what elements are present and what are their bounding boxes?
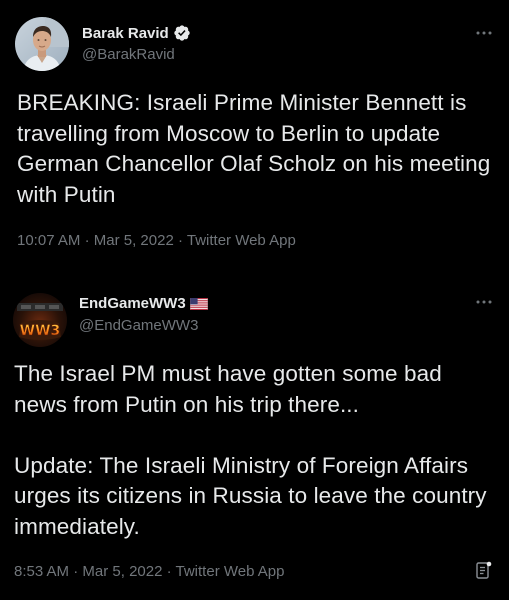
tweet-source[interactable]: Twitter Web App xyxy=(176,563,285,580)
tweet-metadata: 8:53 AM · Mar 5, 2022 · Twitter Web App xyxy=(14,563,284,580)
meta-separator: · xyxy=(73,563,83,580)
tweet-metadata: 10:07 AM · Mar 5, 2022 · Twitter Web App xyxy=(17,232,296,249)
tweet-time[interactable]: 10:07 AM xyxy=(17,232,80,249)
tweet-source[interactable]: Twitter Web App xyxy=(187,232,296,249)
meta-separator: · xyxy=(166,563,176,580)
author-handle[interactable]: @BarakRavid xyxy=(82,46,175,63)
document-icon[interactable] xyxy=(475,561,493,581)
tweet[interactable]: WW3 EndGameWW3 @EndGameWW3 The Israel PM… xyxy=(0,278,509,600)
tweet-time[interactable]: 8:53 AM xyxy=(14,563,69,580)
tweet-text: BREAKING: Israeli Prime Minister Bennett… xyxy=(17,90,497,207)
tweet-date[interactable]: Mar 5, 2022 xyxy=(94,232,174,249)
profile-photo-icon xyxy=(15,17,69,71)
tweet-text: The Israel PM must have gotten some bad … xyxy=(14,361,487,539)
author-name[interactable]: Barak Ravid xyxy=(82,25,169,42)
meta-separator: · xyxy=(177,232,187,249)
author-name[interactable]: EndGameWW3 xyxy=(79,295,186,312)
tweet-date[interactable]: Mar 5, 2022 xyxy=(82,563,162,580)
more-options-icon[interactable] xyxy=(473,295,495,309)
more-options-icon[interactable] xyxy=(473,26,495,40)
verified-badge-icon xyxy=(173,24,191,42)
tweet-divider xyxy=(0,265,509,278)
meta-separator: · xyxy=(84,232,94,249)
avatar[interactable] xyxy=(15,17,69,71)
ww3-logo-icon: WW3 xyxy=(13,293,67,347)
tweet[interactable]: Barak Ravid @BarakRavid BREAKING: Israel… xyxy=(0,0,509,265)
avatar-logo-text: WW3 xyxy=(20,323,61,339)
avatar[interactable]: WW3 xyxy=(13,293,67,347)
author-name-row: Barak Ravid xyxy=(82,24,191,42)
us-flag-icon xyxy=(189,297,208,310)
author-name-row: EndGameWW3 xyxy=(79,295,208,312)
author-handle[interactable]: @EndGameWW3 xyxy=(79,317,198,334)
